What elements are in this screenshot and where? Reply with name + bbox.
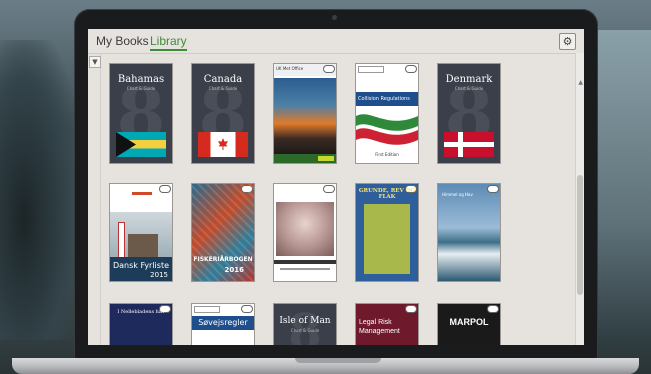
- book-legal-risk-management[interactable]: Legal Risk Management: [356, 304, 418, 345]
- flag-bahamas: [116, 132, 166, 157]
- book-marpol[interactable]: MARPOL: [438, 304, 500, 345]
- book-title: Dansk Fyrliste: [112, 261, 170, 270]
- book-himmel-og-hav[interactable]: Himmel og Hav: [438, 184, 500, 281]
- flag-canada: [198, 132, 248, 157]
- background-boat: [0, 40, 80, 340]
- cover-footer-tag: [318, 156, 334, 161]
- book-collision-regulations[interactable]: Collision Regulations First Edition: [356, 64, 418, 163]
- book-title: Denmark: [445, 74, 493, 85]
- book-title: Isle of Man: [279, 316, 331, 326]
- scrollbar[interactable]: ▲: [575, 53, 584, 345]
- book-grunde-rev-og-flak[interactable]: GRUNDE, REV OG FLAK: [356, 184, 418, 281]
- cover-header: [194, 306, 220, 313]
- cover-subtitle-line: [280, 268, 330, 270]
- background-deck: [591, 30, 651, 350]
- book-subtitle: Chart & Guide: [126, 86, 156, 91]
- tab-my-books[interactable]: My Books: [96, 34, 149, 48]
- filter-column: [88, 53, 101, 345]
- top-bar: My Books Library ⚙: [88, 29, 584, 54]
- book-title: MARPOL: [449, 317, 489, 327]
- book-isle-of-man[interactable]: 8 Isle of Man Chart & Guide: [274, 304, 336, 345]
- cloud-icon: [242, 306, 252, 312]
- cover-waves: [356, 114, 418, 145]
- book-edition: First Edition: [375, 152, 399, 157]
- book-title: GRUNDE, REV OG FLAK: [358, 188, 416, 200]
- tab-library[interactable]: Library: [150, 34, 187, 51]
- book-title: I Nellebladens hav: [117, 309, 165, 315]
- cloud-icon: [406, 66, 416, 72]
- cloud-icon: [406, 306, 416, 312]
- app-window: My Books Library ⚙ ▼ ▲ 8 Bahamas Chart &…: [88, 29, 584, 345]
- book-title: Bahamas: [117, 74, 165, 85]
- book-title: Canada: [203, 74, 243, 85]
- cover-map: [364, 204, 410, 274]
- book-subtitle: Chart & Guide: [290, 328, 320, 333]
- book-title: UK Met Office: [276, 66, 304, 71]
- cover-title-band: [274, 260, 336, 264]
- publisher-logo: [132, 192, 152, 195]
- cloud-icon: [160, 186, 170, 192]
- book-subtitle: Chart & Guide: [454, 86, 484, 91]
- cover-header: [358, 66, 384, 73]
- book-bahamas[interactable]: 8 Bahamas Chart & Guide: [110, 64, 172, 163]
- book-title: Søvejsregler: [198, 318, 248, 327]
- book-title: FISKERIÅRBOGEN: [193, 256, 253, 263]
- laptop-notch: [295, 358, 381, 363]
- filter-icon[interactable]: ▼: [89, 56, 101, 68]
- flag-denmark: [444, 132, 494, 157]
- cloud-icon: [324, 186, 334, 192]
- cloud-icon: [488, 186, 498, 192]
- laptop-frame: My Books Library ⚙ ▼ ▲ 8 Bahamas Chart &…: [74, 9, 598, 360]
- scroll-up-icon[interactable]: ▲: [578, 79, 583, 86]
- book-nellebladens-hav[interactable]: I Nellebladens hav: [110, 304, 172, 345]
- cover-net: [192, 184, 254, 281]
- book-denmark[interactable]: 8 Denmark Chart & Guide: [438, 64, 500, 163]
- book-dansk-fyrliste[interactable]: Dansk Fyrliste 2015: [110, 184, 172, 281]
- cover-photo: [110, 212, 172, 259]
- book-sovejsregler[interactable]: Søvejsregler: [192, 304, 254, 345]
- book-title: Himmel og Hav: [442, 192, 473, 197]
- book-year: 2015: [150, 271, 168, 279]
- book-canada[interactable]: 8 Canada Chart & Guide: [192, 64, 254, 163]
- scroll-thumb[interactable]: [577, 175, 583, 295]
- cover-photo: [274, 78, 336, 154]
- laptop-base: [12, 358, 639, 374]
- book-clouds[interactable]: UK Met Office: [274, 64, 336, 163]
- book-title: Legal Risk Management: [359, 319, 400, 335]
- cloud-icon: [488, 306, 498, 312]
- book-subtitle: Chart & Guide: [208, 86, 238, 91]
- book-title: Collision Regulations: [358, 96, 410, 102]
- gear-icon[interactable]: ⚙: [559, 33, 576, 50]
- cloud-icon: [324, 66, 334, 72]
- book-year: 2016: [224, 266, 244, 274]
- cover-photo: [276, 202, 334, 256]
- book-fiskeriaarbogen[interactable]: FISKERIÅRBOGEN 2016: [192, 184, 254, 281]
- book-vintage[interactable]: [274, 184, 336, 281]
- camera-dot: [332, 15, 337, 20]
